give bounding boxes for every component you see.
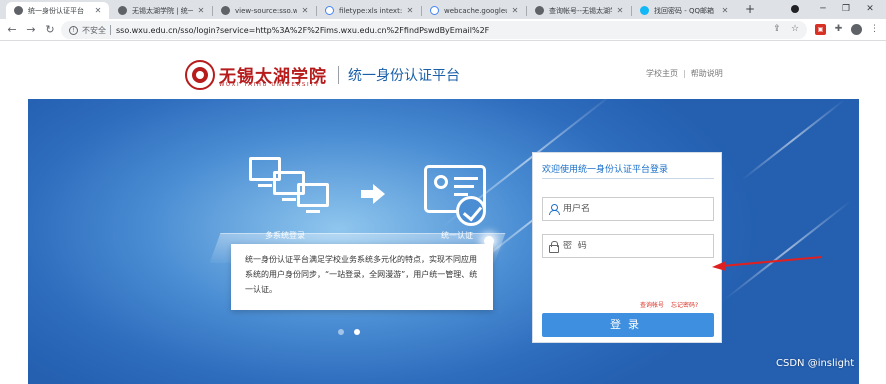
new-tab-button[interactable]: + [743, 2, 757, 17]
avatar-icon[interactable] [851, 24, 862, 35]
globe-icon [535, 6, 544, 15]
globe-icon [118, 6, 127, 15]
profile-dot-icon[interactable] [791, 5, 799, 13]
extension-icon[interactable]: ▣ [815, 24, 826, 35]
close-icon[interactable]: ✕ [405, 6, 415, 15]
browser-tab[interactable]: view-source:sso.wxu ✕ [213, 2, 316, 19]
tab-title: 查询帐号--无锡太湖学院 [549, 6, 612, 15]
watermark: CSDN @inslight [776, 358, 855, 369]
close-icon[interactable]: ✕ [615, 6, 625, 15]
reload-icon[interactable]: ↻ [43, 23, 57, 37]
minimize-icon[interactable]: ─ [815, 2, 831, 16]
puzzle-icon[interactable]: ✚ [833, 24, 844, 35]
annotation-arrow-head [712, 261, 726, 271]
close-icon[interactable]: ✕ [196, 6, 206, 15]
browser-tab[interactable]: filetype:xls intext:"无 ✕ [317, 2, 421, 19]
browser-tab-strip: 统一身份认证平台 ✕ 无锡太湖学院 | 统一身 ✕ view-source:ss… [0, 0, 886, 19]
google-icon [325, 6, 334, 15]
globe-icon [221, 6, 230, 15]
tab-title: webcache.googleuser [444, 6, 507, 15]
browser-tab[interactable]: 找回密码 - QQ邮箱 ✕ [632, 2, 736, 19]
bookmark-star-icon[interactable]: ☆ [789, 23, 801, 35]
tab-title: filetype:xls intext:"无 [339, 6, 402, 15]
page-content: 无锡太湖学院 WUXI TAIHU UNIVERSITY 统一身份认证平台 学校… [0, 42, 886, 384]
tab-title: view-source:sso.wxu [235, 6, 297, 15]
tab-title: 统一身份认证平台 [28, 6, 84, 15]
close-icon[interactable]: ✕ [300, 6, 310, 15]
url-text[interactable]: sso.wxu.edu.cn/sso/login?service=http%3A… [116, 26, 489, 35]
close-icon[interactable]: ✕ [93, 6, 103, 15]
tab-title: 找回密码 - QQ邮箱 [654, 6, 714, 15]
maximize-icon[interactable]: ❐ [838, 2, 854, 16]
browser-tab[interactable]: 无锡太湖学院 | 统一身 ✕ [110, 2, 212, 19]
tab-title: 无锡太湖学院 | 统一身 [132, 6, 193, 15]
close-icon[interactable]: ✕ [510, 6, 520, 15]
qq-mail-icon [640, 6, 649, 15]
forward-icon[interactable]: → [24, 23, 38, 37]
close-window-icon[interactable]: ✕ [862, 2, 878, 16]
menu-kebab-icon[interactable]: ⋮ [869, 24, 880, 35]
annotation-arrow-line [721, 256, 823, 267]
close-icon[interactable]: ✕ [720, 6, 730, 15]
annotation-arrow-icon [712, 256, 823, 271]
google-icon [430, 6, 439, 15]
share-icon[interactable]: ⇪ [771, 23, 783, 35]
warning-icon[interactable]: ! [69, 25, 78, 35]
browser-tab[interactable]: 查询帐号--无锡太湖学院 ✕ [527, 2, 631, 19]
globe-icon [14, 6, 23, 15]
browser-toolbar: ← → ↻ ! 不安全 sso.wxu.edu.cn/sso/login?ser… [0, 19, 886, 41]
browser-tab[interactable]: 统一身份认证平台 ✕ [6, 2, 109, 19]
browser-tab[interactable]: webcache.googleuser ✕ [422, 2, 526, 19]
address-divider [110, 25, 111, 35]
back-icon[interactable]: ← [5, 23, 19, 37]
address-bar[interactable]: ! 不安全 sso.wxu.edu.cn/sso/login?service=h… [61, 21, 807, 39]
security-label: 不安全 [82, 25, 106, 35]
